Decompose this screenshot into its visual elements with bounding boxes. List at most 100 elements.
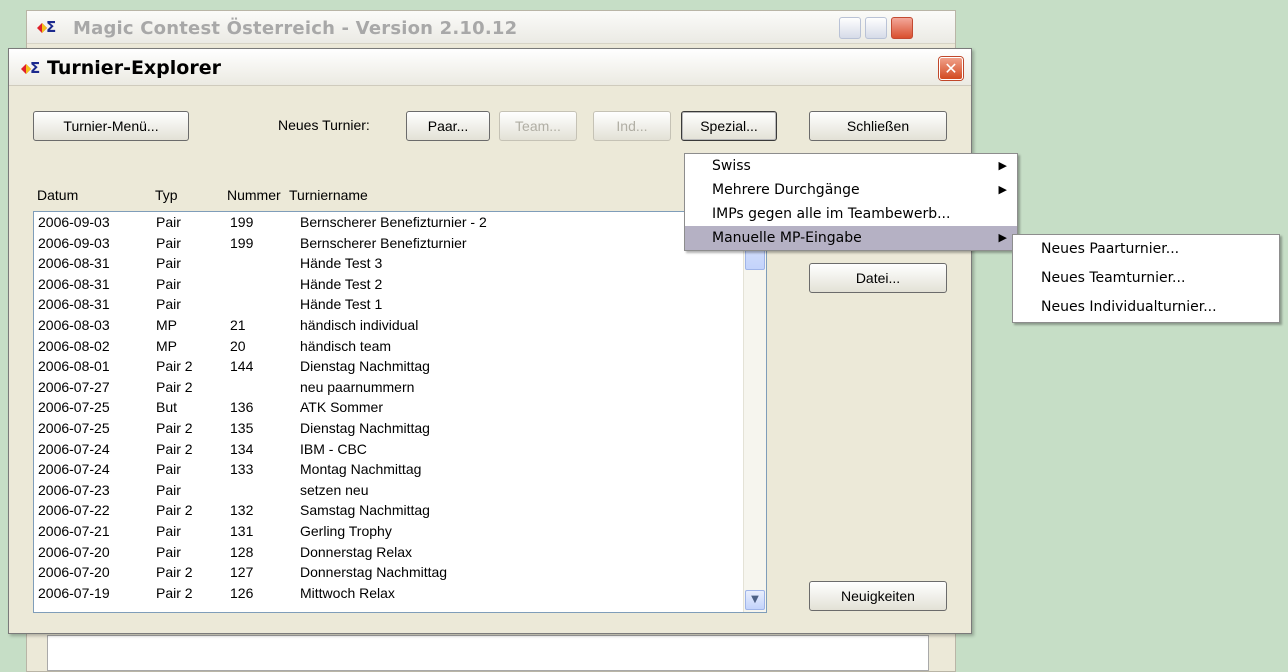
menu-item-label: Neues Teamturnier...	[1041, 270, 1186, 286]
spezial-button[interactable]: Spezial...	[681, 111, 777, 141]
table-row[interactable]: 2006-08-31 Pair Hände Test 3	[34, 254, 742, 273]
svg-text:Σ: Σ	[30, 59, 40, 77]
submenu-arrow-icon: ▶	[998, 183, 1007, 196]
table-row[interactable]: 2006-07-27 Pair 2 neu paarnummern	[34, 378, 742, 397]
menu-item-label: Neues Individualturnier...	[1041, 299, 1217, 315]
menu-item-manuelle-mp-eingabe[interactable]: Manuelle MP-Eingabe ▶	[685, 226, 1017, 250]
row-name: neu paarnummern	[300, 378, 415, 395]
row-number: 133	[230, 461, 254, 478]
table-row[interactable]: 2006-07-20 Pair 2 127 Donnerstag Nachmittag	[34, 563, 742, 582]
table-row[interactable]: 2006-08-02 MP 20 händisch team	[34, 337, 742, 356]
menu-item-swiss[interactable]: Swiss ▶	[685, 154, 1017, 178]
table-row[interactable]: 2006-09-03 Pair 199 Bernscherer Benefizturn…	[34, 234, 742, 253]
turnier-menu-button[interactable]: Turnier-Menü...	[33, 111, 189, 141]
row-type: Pair 2	[156, 420, 193, 436]
row-date: 2006-07-25	[38, 399, 110, 416]
paar-button[interactable]: Paar...	[406, 111, 490, 141]
table-row[interactable]: 2006-07-20 Pair 128 Donnerstag Relax	[34, 543, 742, 562]
row-date: 2006-07-20	[38, 564, 110, 581]
row-date: 2006-09-03	[38, 234, 110, 251]
table-row[interactable]: 2006-07-22 Pair 2 132 Samstag Nachmittag	[34, 501, 742, 520]
submenu-arrow-icon: ▶	[998, 159, 1007, 172]
table-row[interactable]: 2006-07-24 Pair 133 Montag Nachmittag	[34, 460, 742, 479]
row-name: Montag Nachmittag	[300, 461, 422, 478]
row-date: 2006-07-24	[38, 461, 110, 478]
row-type: Pair	[156, 481, 181, 498]
tournament-list[interactable]: 2006-07-19 Pair 2 126 Mittwoch Relax 2006-07…	[33, 211, 767, 613]
row-name: Bernscherer Benefizturnier	[300, 234, 467, 251]
spezial-menu: Swiss ▶ Mehrere Durchgänge ▶ IMPs gegen …	[684, 153, 1018, 251]
row-type: Pair	[156, 234, 181, 251]
column-header-datum[interactable]: Datum	[37, 187, 78, 203]
row-date: 2006-07-21	[38, 523, 110, 539]
column-header-typ[interactable]: Typ	[155, 187, 178, 203]
table-row[interactable]: 2006-07-25 But 136 ATK Sommer	[34, 398, 742, 417]
row-name: IBM - CBC	[300, 440, 367, 457]
row-name: Mittwoch Relax	[300, 584, 395, 601]
row-date: 2006-07-27	[38, 378, 110, 395]
row-type: Pair	[156, 523, 181, 539]
menu-item-imps-gegen-alle[interactable]: IMPs gegen alle im Teambewerb...	[685, 202, 1017, 226]
row-type: Pair	[156, 461, 181, 478]
row-type: MP	[156, 317, 177, 333]
minimize-button[interactable]	[839, 17, 861, 39]
row-type: Pair 2	[156, 584, 193, 601]
row-number: 131	[230, 523, 254, 539]
table-row[interactable]: 2006-07-23 Pair setzen neu	[34, 481, 742, 500]
list-scrollbar[interactable]: ▼	[743, 212, 766, 612]
row-number: 21	[230, 317, 246, 333]
table-row[interactable]: 2006-07-25 Pair 2 135 Dienstag Nachmittag	[34, 419, 742, 438]
maximize-button[interactable]	[865, 17, 887, 39]
row-date: 2006-07-22	[38, 502, 110, 519]
menu-item-neues-individualturnier[interactable]: Neues Individualturnier...	[1013, 293, 1279, 322]
menu-item-label: Neues Paarturnier...	[1041, 241, 1180, 257]
row-type: Pair 2	[156, 440, 193, 457]
row-name: Hände Test 2	[300, 275, 383, 292]
row-number: 132	[230, 502, 254, 519]
table-row[interactable]: 2006-09-03 Pair 199 Bernscherer Benefizturn…	[34, 213, 742, 232]
table-row[interactable]: 2006-07-19 Pair 2 126 Mittwoch Relax	[34, 584, 742, 603]
row-number: 199	[230, 214, 254, 230]
dialog-close-button[interactable]: ✕	[939, 57, 963, 80]
row-date: 2006-08-31	[38, 296, 110, 313]
datei-button[interactable]: Datei...	[809, 263, 947, 293]
row-type: MP	[156, 337, 177, 354]
dialog-titlebar[interactable]: Σ Turnier-Explorer ✕	[9, 49, 971, 86]
table-row[interactable]: 2006-07-21 Pair 131 Gerling Trophy	[34, 522, 742, 541]
main-close-button[interactable]	[891, 17, 913, 39]
menu-item-label: Manuelle MP-Eingabe	[712, 230, 862, 246]
menu-item-label: Swiss	[712, 158, 751, 174]
row-number: 128	[230, 543, 254, 560]
table-row[interactable]: 2006-08-31 Pair Hände Test 2	[34, 275, 742, 294]
table-row[interactable]: 2006-07-24 Pair 2 134 IBM - CBC	[34, 440, 742, 459]
table-row[interactable]: 2006-08-03 MP 21 händisch individual	[34, 316, 742, 335]
row-name: händisch team	[300, 337, 392, 354]
column-header-nummer[interactable]: Nummer	[227, 187, 281, 203]
row-type: Pair 2	[156, 564, 193, 581]
menu-item-mehrere-durchgaenge[interactable]: Mehrere Durchgänge ▶	[685, 178, 1017, 202]
table-row[interactable]: 2006-08-01 Pair 2 144 Dienstag Nachmittag	[34, 357, 742, 376]
row-type: Pair	[156, 543, 181, 560]
row-name: Bernscherer Benefizturnier - 2	[300, 214, 487, 230]
row-type: Pair	[156, 296, 181, 313]
column-header-turniername[interactable]: Turniername	[289, 187, 368, 203]
row-number: 136	[230, 399, 254, 416]
ind-button[interactable]: Ind...	[593, 111, 671, 141]
row-date: 2006-07-25	[38, 420, 110, 436]
main-window-title: Magic Contest Österreich - Version 2.10.…	[73, 18, 518, 39]
schliessen-button[interactable]: Schließen	[809, 111, 947, 141]
menu-item-neues-paarturnier[interactable]: Neues Paarturnier...	[1013, 235, 1279, 264]
row-name: Donnerstag Relax	[300, 543, 413, 560]
row-date: 2006-08-31	[38, 255, 110, 272]
row-date: 2006-09-03	[38, 214, 110, 230]
main-window-titlebar[interactable]: Σ Magic Contest Österreich - Version 2.1…	[27, 11, 955, 44]
scroll-down-button[interactable]: ▼	[745, 590, 765, 610]
row-name: Dienstag Nachmittag	[300, 420, 430, 436]
chevron-down-icon: ▼	[751, 594, 759, 605]
menu-item-label: Mehrere Durchgänge	[712, 182, 860, 198]
row-name: ATK Sommer	[300, 399, 383, 416]
table-row[interactable]: 2006-08-31 Pair Hände Test 1	[34, 295, 742, 314]
neuigkeiten-button[interactable]: Neuigkeiten	[809, 581, 947, 611]
menu-item-neues-teamturnier[interactable]: Neues Teamturnier...	[1013, 264, 1279, 293]
team-button[interactable]: Team...	[499, 111, 577, 141]
